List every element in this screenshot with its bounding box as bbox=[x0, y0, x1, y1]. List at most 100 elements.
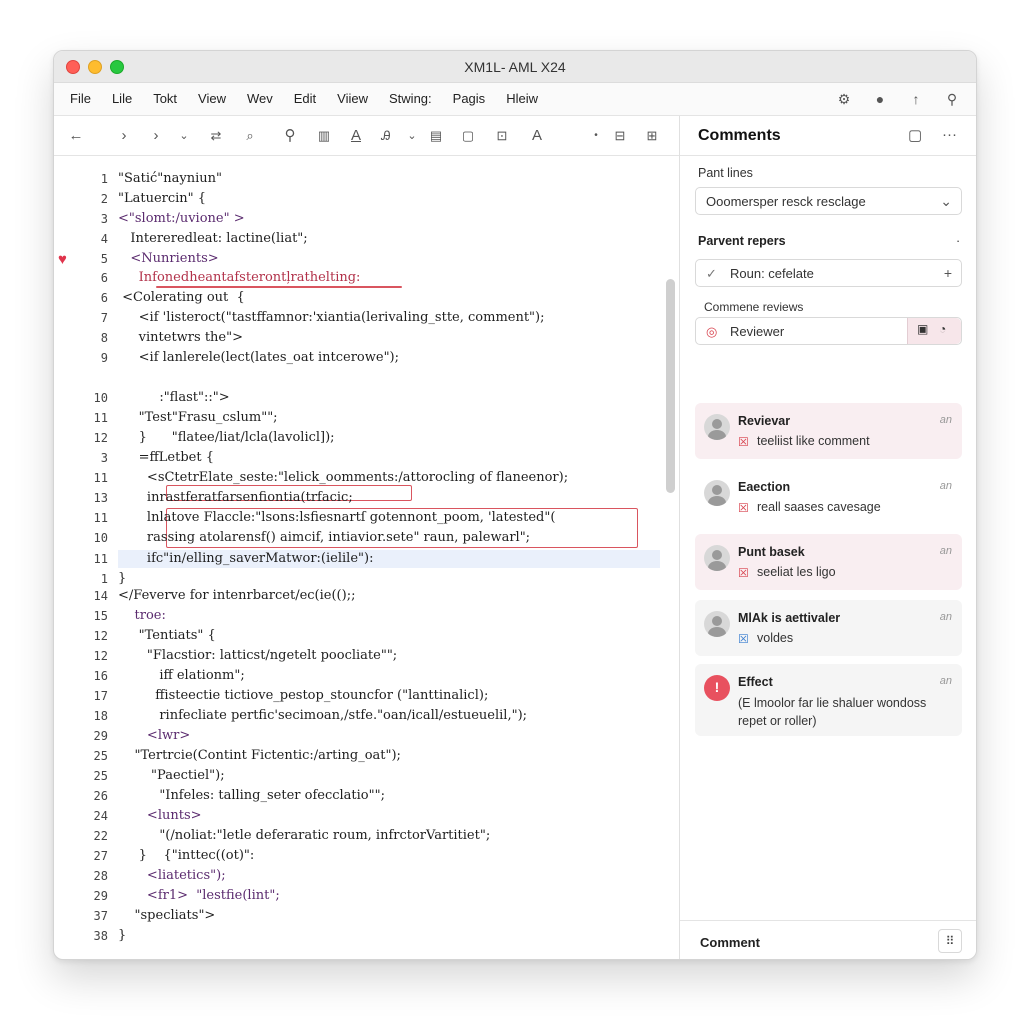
code-line[interactable]: "specliats"> bbox=[118, 908, 216, 923]
dot-icon[interactable]: • bbox=[588, 126, 604, 146]
code-line[interactable]: } "flatee/liat/lcla(lavolicl]); bbox=[118, 430, 335, 445]
chevron-down-icon[interactable]: ⌄ bbox=[404, 126, 420, 146]
menu-edit[interactable]: Edit bbox=[294, 91, 316, 106]
code-line[interactable]: "Tentiats" { bbox=[118, 628, 216, 643]
comment-status-icon[interactable]: ☒ bbox=[738, 566, 749, 580]
code-line[interactable]: iff elationm"; bbox=[118, 668, 244, 683]
arrow-up-icon[interactable]: ↑ bbox=[906, 89, 926, 109]
paint-lines-select[interactable]: Ooomersper resck resclage ⌄ bbox=[695, 187, 962, 215]
grid-icon[interactable]: ⠿ bbox=[938, 929, 962, 953]
code-line[interactable]: "(/noliat:"letle deferaratic roum, infrc… bbox=[118, 828, 490, 843]
comment-status-icon[interactable]: ☒ bbox=[738, 632, 749, 646]
menu-file[interactable]: File bbox=[70, 91, 91, 106]
briefcase-icon[interactable]: ⊡ bbox=[494, 126, 510, 146]
menu-wev[interactable]: Wev bbox=[247, 91, 273, 106]
comment-card[interactable]: MlAk is aettivaler an ☒ voldes bbox=[695, 600, 962, 656]
code-line[interactable]: ifc"in/elling_saverMatwor:(ielile"): bbox=[118, 551, 374, 566]
editor-scrollbar[interactable] bbox=[666, 279, 675, 493]
search-icon[interactable]: ⚲ bbox=[282, 126, 298, 146]
line-number: 38 bbox=[93, 929, 108, 943]
add-icon[interactable]: + bbox=[944, 265, 952, 281]
parent-value: Roun: cefelate bbox=[730, 266, 814, 281]
code-line[interactable]: Intereredleat: lactine(liat"; bbox=[118, 231, 307, 246]
code-line[interactable]: "Satić"nayniun" bbox=[118, 171, 222, 186]
pin-icon[interactable]: ⚲ bbox=[942, 89, 962, 109]
comment-card[interactable]: ! Effect an (E lmoolor far lie shaluer wond… bbox=[695, 664, 962, 736]
code-line[interactable]: <lwr> bbox=[118, 728, 190, 743]
menu-pagis[interactable]: Pagis bbox=[453, 91, 486, 106]
code-line[interactable]: <if lanlerele(lect(lates_oat intcerowe")… bbox=[118, 350, 399, 365]
comment-status-icon[interactable]: ☒ bbox=[738, 501, 749, 515]
code-line[interactable]: } {"inttec((ot)": bbox=[118, 848, 255, 863]
comment-text: (E lmoolor far lie shaluer wondoss repet… bbox=[738, 696, 927, 728]
case-icon[interactable]: Ꭿ bbox=[378, 126, 394, 146]
chevron-right-icon[interactable]: › bbox=[116, 126, 132, 146]
circle-icon[interactable]: ● bbox=[870, 89, 890, 109]
code-line[interactable]: "Tertrcie(Contint Fictentic:/arting_oat"… bbox=[118, 748, 401, 763]
review-annotation-box[interactable] bbox=[156, 286, 402, 288]
cog-icon[interactable]: ⚙ bbox=[834, 89, 854, 109]
code-line[interactable]: "Flacstior: latticst/ngetelt poocliate""… bbox=[118, 648, 397, 663]
code-line[interactable]: <liatetics"); bbox=[118, 868, 226, 883]
code-line[interactable]: <sCtetrElate_sestе:"lelick_oomments:/att… bbox=[118, 470, 568, 485]
text-icon[interactable]: A bbox=[529, 126, 545, 146]
format-icon[interactable]: ⇄ bbox=[208, 126, 224, 146]
chevron-right-icon[interactable]: › bbox=[148, 126, 164, 146]
comment-status-icon[interactable]: ☒ bbox=[738, 435, 749, 449]
code-line[interactable]: "Infeles: talling_seter ofecclatio""; bbox=[118, 788, 385, 803]
line-number: 6 bbox=[100, 291, 108, 305]
code-line[interactable]: <"slomt:/uvione" > bbox=[118, 211, 245, 226]
comment-card[interactable]: Eaection an ☒ reall saases cavesage bbox=[695, 469, 962, 525]
line-number: 11 bbox=[93, 471, 108, 485]
code-line[interactable]: vintetwrs the"> bbox=[118, 330, 243, 345]
code-line[interactable]: rinfecliate pertfic'secimoan,/stfe."oan/… bbox=[118, 708, 527, 723]
clock-icon[interactable]: ◔ bbox=[939, 322, 946, 336]
chevron-down-icon[interactable]: ⌄ bbox=[176, 126, 192, 146]
code-line[interactable]: rassing atolarensf() aimcif, intiavior.s… bbox=[118, 530, 530, 545]
code-line[interactable]: "Paectiel"); bbox=[118, 768, 225, 783]
grid-icon[interactable]: ⊞ bbox=[644, 126, 660, 146]
back-arrow-icon[interactable]: ← bbox=[68, 126, 84, 146]
code-line[interactable]: } bbox=[118, 571, 126, 586]
line-number: 9 bbox=[100, 351, 108, 365]
menu-view[interactable]: View bbox=[198, 91, 226, 106]
font-underline-icon[interactable]: A bbox=[348, 126, 364, 146]
app-window: XM1L- AML X24 File Lile Tokt View Wev Ed… bbox=[53, 50, 977, 960]
frame-icon[interactable]: ⊟ bbox=[612, 126, 628, 146]
code-line[interactable]: =ffLetbet { bbox=[118, 450, 214, 465]
menu-lile[interactable]: Lile bbox=[112, 91, 132, 106]
code-line[interactable]: inrastferatfarsenfiontia(trfacic; bbox=[118, 490, 353, 505]
code-line[interactable]: ffisteectie tictiove_pestop_stouncfor ("… bbox=[118, 688, 488, 703]
parent-field[interactable]: ✓ Roun: cefelate + bbox=[695, 259, 962, 287]
menu-hleiw[interactable]: Hleiw bbox=[506, 91, 538, 106]
reviewer-field[interactable]: ◎ Reviewer ▣ ◔ bbox=[695, 317, 962, 345]
lock-icon[interactable]: ▣ bbox=[917, 322, 928, 336]
menu-tokt[interactable]: Tokt bbox=[153, 91, 177, 106]
code-line[interactable]: troe: bbox=[118, 608, 166, 623]
bars-icon[interactable]: ▥ bbox=[316, 126, 332, 146]
code-line[interactable]: <Nunrients> bbox=[118, 251, 218, 266]
code-line[interactable]: :"flast"::"> bbox=[118, 390, 229, 405]
search-replace-icon[interactable]: ⌕ bbox=[242, 126, 258, 146]
line-number: 3 bbox=[100, 212, 108, 226]
code-line[interactable]: Infonedheantafsterontļrathelting: bbox=[118, 270, 361, 285]
comment-card[interactable]: Revievar an ☒ teeliist like comment bbox=[695, 403, 962, 459]
menu-viiew[interactable]: Viiew bbox=[337, 91, 368, 106]
new-comment-icon[interactable]: ▢ bbox=[908, 126, 922, 144]
code-line[interactable]: <lunts> bbox=[118, 808, 202, 823]
comment-icon[interactable]: ▢ bbox=[460, 126, 476, 146]
code-line[interactable]: <Colerating out { bbox=[118, 290, 245, 305]
code-editor[interactable]: ♥ 1 "Satić"nayniun" 2 "Latuercin" {3 <"slomt:… bbox=[54, 157, 679, 959]
doc-icon[interactable]: ▤ bbox=[428, 126, 444, 146]
comment-card[interactable]: Punt basek an ☒ seeliat les ligo bbox=[695, 534, 962, 590]
code-line[interactable]: </Feverve for intenrbarcet/ec(ie(();; bbox=[118, 588, 355, 603]
more-icon[interactable]: ··· bbox=[942, 126, 957, 143]
menu-stwing[interactable]: Stwing: bbox=[389, 91, 432, 106]
code-line[interactable]: "Latuercin" { bbox=[118, 191, 206, 206]
code-line[interactable]: <fr1> "lestfie(lint"; bbox=[118, 888, 280, 903]
code-line[interactable]: <if 'listeroct("tastffamnor:'xiantia(ler… bbox=[118, 310, 545, 325]
code-line[interactable]: "Test"Frasu_cslum""; bbox=[118, 410, 278, 425]
code-line[interactable]: } bbox=[118, 928, 126, 943]
code-line[interactable]: lnlatove Flaccle:"lsons:lsfiesnartſ gote… bbox=[118, 510, 555, 525]
paint-lines-value: Ooomersper resck resclage bbox=[706, 194, 866, 209]
